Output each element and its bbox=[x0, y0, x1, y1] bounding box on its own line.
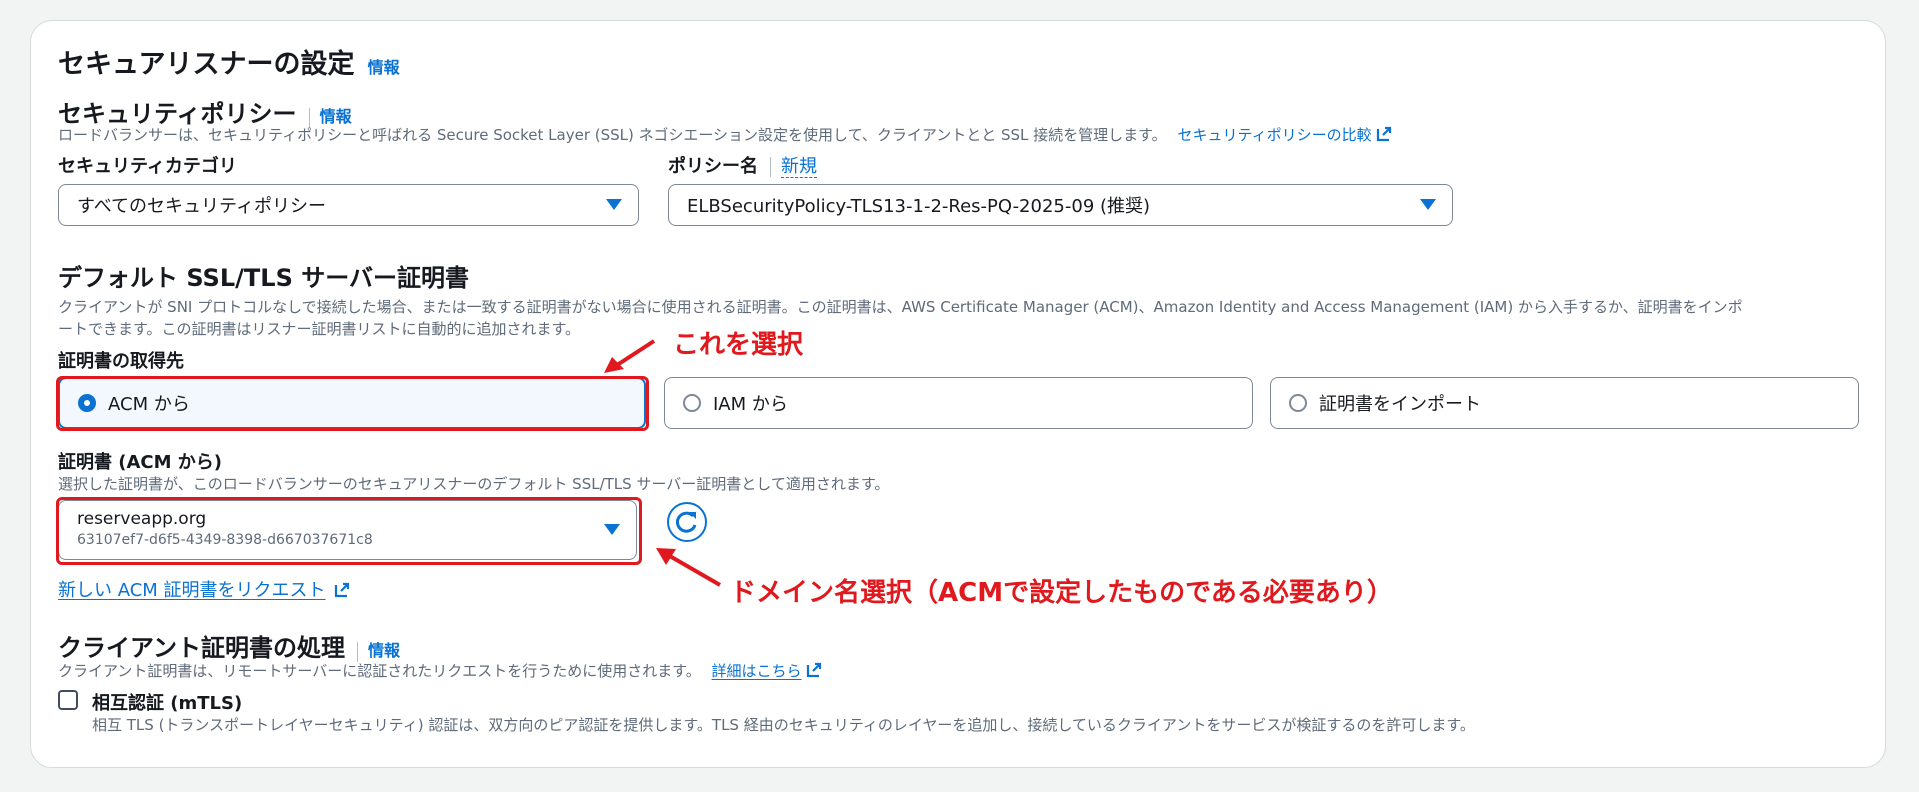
section-header: セキュアリスナーの設定 情報 bbox=[58, 42, 400, 81]
mtls-checkbox[interactable] bbox=[58, 690, 78, 710]
refresh-icon bbox=[675, 511, 697, 533]
security-category-label: セキュリティカテゴリ bbox=[58, 156, 237, 177]
info-link[interactable]: 情報 bbox=[368, 58, 400, 77]
mtls-label[interactable]: 相互認証 (mTLS) bbox=[92, 689, 242, 715]
page-title: セキュアリスナーの設定 bbox=[58, 49, 355, 80]
default-cert-description-1: クライアントが SNI プロトコルなしで接続した場合、または一致する証明書がない… bbox=[58, 298, 1743, 316]
cert-acm-label: 証明書 (ACM から) bbox=[58, 452, 223, 473]
policy-name-label: ポリシー名 bbox=[668, 156, 758, 177]
policy-name-value: ELBSecurityPolicy-TLS13-1-2-Res-PQ-2025-… bbox=[687, 196, 1151, 217]
annotation-domain-select: ドメイン名選択（ACMで設定したものである必要あり） bbox=[730, 578, 1393, 608]
refresh-button[interactable] bbox=[667, 502, 707, 542]
annotation-arrow-icon bbox=[604, 339, 656, 373]
radio-unselected-icon[interactable] bbox=[1289, 394, 1307, 412]
policy-new-badge[interactable]: 新規 bbox=[781, 156, 817, 178]
mtls-description: 相互 TLS (トランスポートレイヤーセキュリティ) 認証は、双方向のピア認証を… bbox=[92, 716, 1475, 734]
client-cert-description-row: クライアント証明書は、リモートサーバーに認証されたリクエストを行うために使用され… bbox=[58, 660, 822, 681]
cert-source-iam-label: IAM から bbox=[713, 394, 788, 415]
external-link-icon bbox=[334, 582, 349, 598]
default-cert-title: デフォルト SSL/TLS サーバー証明書 bbox=[58, 264, 469, 292]
cert-source-iam-tile[interactable]: IAM から bbox=[664, 377, 1253, 429]
cert-source-label: 証明書の取得先 bbox=[58, 351, 184, 372]
cert-source-import-tile[interactable]: 証明書をインポート bbox=[1270, 377, 1859, 429]
details-link[interactable]: 詳細はこちら bbox=[712, 662, 822, 680]
client-cert-description: クライアント証明書は、リモートサーバーに認証されたリクエストを行うために使用され… bbox=[58, 662, 701, 680]
external-link-icon bbox=[806, 662, 821, 678]
annotation-highlight-cert bbox=[56, 497, 642, 565]
security-policy-description-row: ロードバランサーは、セキュリティポリシーと呼ばれる Secure Socket … bbox=[58, 124, 1392, 145]
cert-acm-description: 選択した証明書が、このロードバランサーのセキュアリスナーのデフォルト SSL/T… bbox=[58, 475, 890, 493]
client-cert-info-link[interactable]: 情報 bbox=[368, 641, 400, 660]
caret-down-icon bbox=[606, 199, 622, 210]
client-cert-header: クライアント証明書の処理 情報 bbox=[58, 628, 400, 663]
request-acm-cert-link[interactable]: 新しい ACM 証明書をリクエスト bbox=[58, 576, 350, 602]
policy-name-label-row: ポリシー名 新規 bbox=[668, 152, 817, 178]
radio-unselected-icon[interactable] bbox=[683, 394, 701, 412]
caret-down-icon bbox=[1420, 199, 1436, 210]
client-cert-title: クライアント証明書の処理 bbox=[58, 634, 346, 662]
annotation-highlight-acm bbox=[56, 376, 649, 431]
cert-source-import-label: 証明書をインポート bbox=[1319, 394, 1481, 415]
policy-name-select[interactable]: ELBSecurityPolicy-TLS13-1-2-Res-PQ-2025-… bbox=[668, 184, 1453, 226]
annotation-select-this: これを選択 bbox=[673, 330, 804, 360]
security-category-select[interactable]: すべてのセキュリティポリシー bbox=[58, 184, 639, 226]
annotation-arrow-icon bbox=[656, 548, 721, 587]
default-cert-description-2: ートできます。この証明書はリスナー証明書リストに自動的に追加されます。 bbox=[58, 320, 581, 338]
external-link-icon bbox=[1376, 126, 1391, 142]
security-category-value: すべてのセキュリティポリシー bbox=[77, 196, 326, 217]
security-policy-description: ロードバランサーは、セキュリティポリシーと呼ばれる Secure Socket … bbox=[58, 126, 1167, 144]
policy-compare-link[interactable]: セキュリティポリシーの比較 bbox=[1177, 126, 1391, 144]
